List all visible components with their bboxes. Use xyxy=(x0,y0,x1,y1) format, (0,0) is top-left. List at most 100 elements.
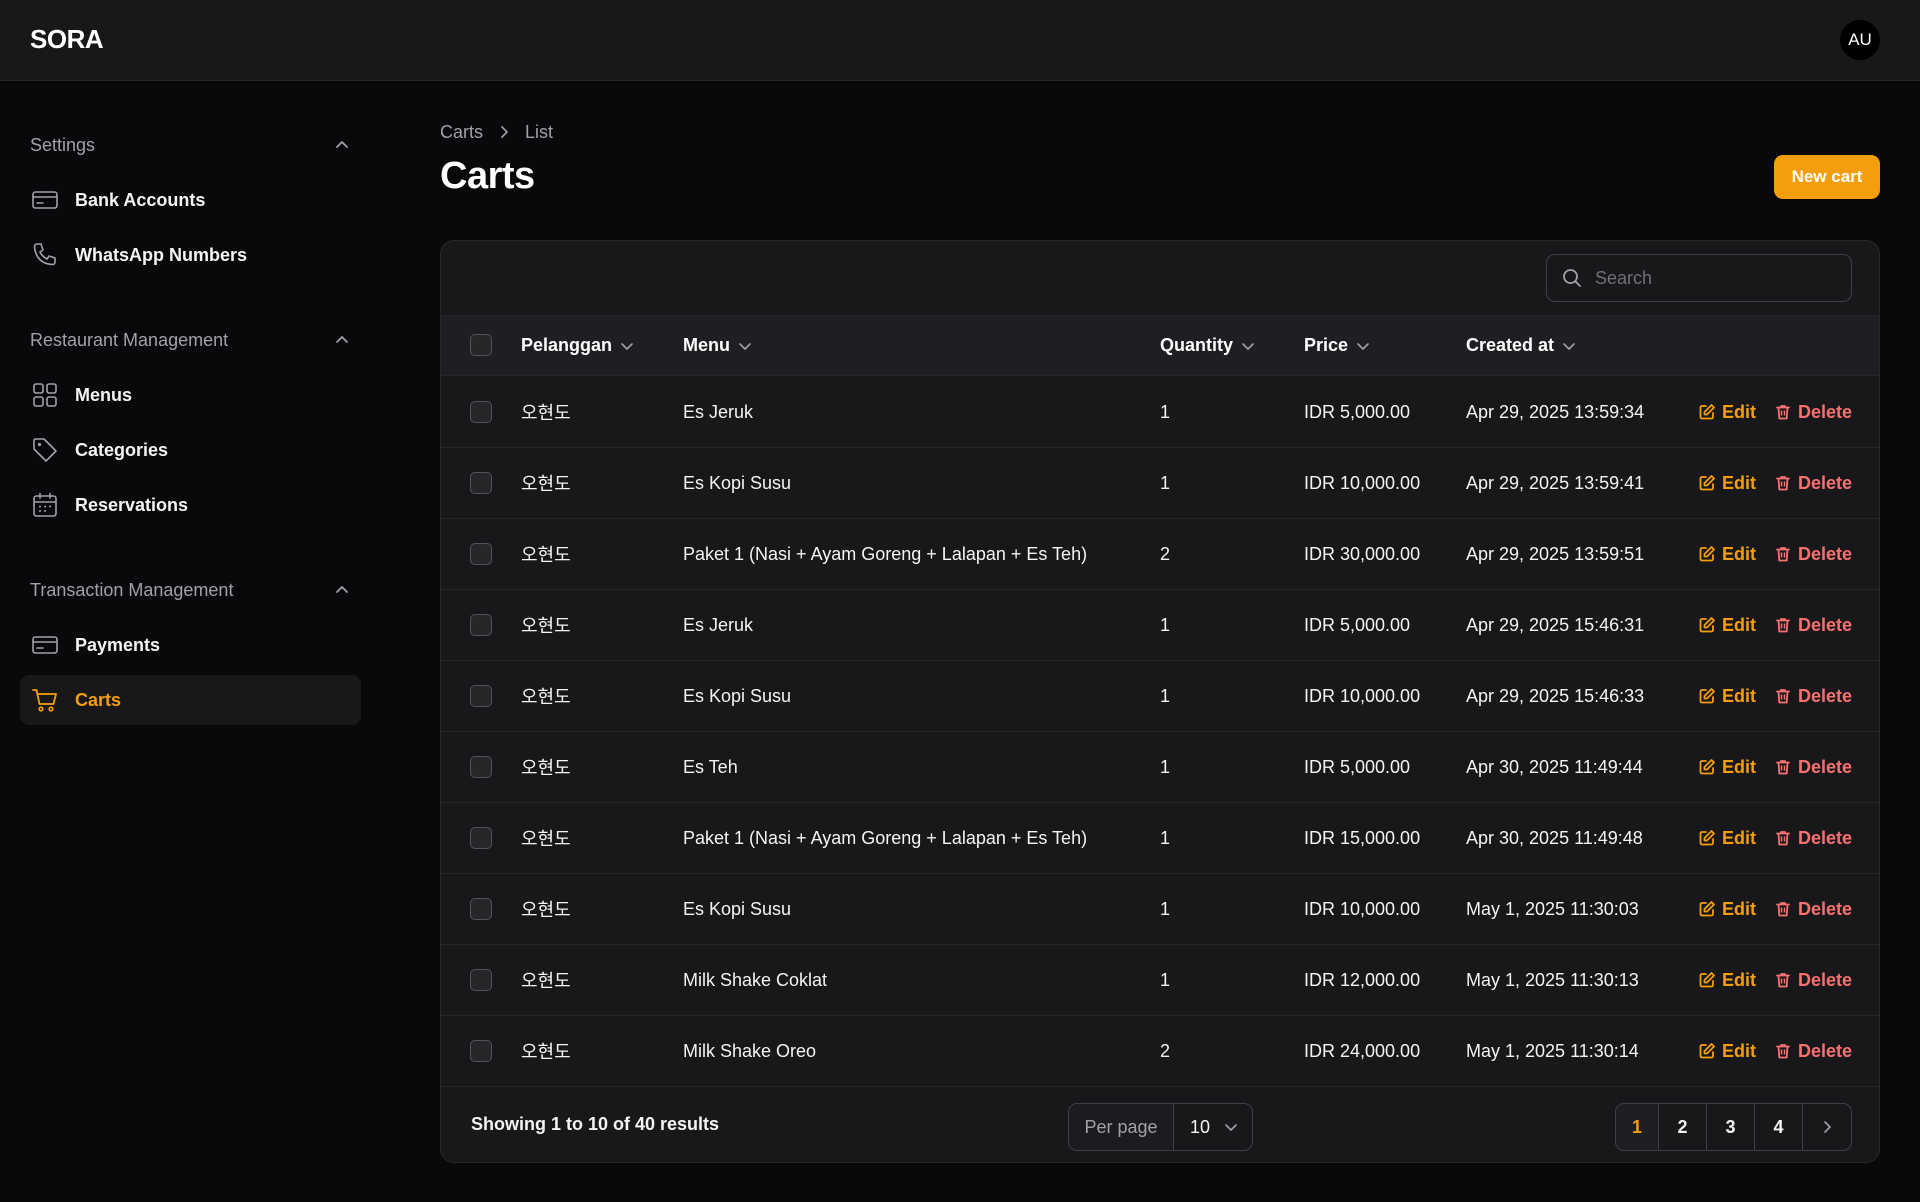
delete-button[interactable]: Delete xyxy=(1774,945,1852,1015)
edit-icon xyxy=(1698,971,1716,989)
table-row[interactable]: 오현도 Es Teh 1 IDR 5,000.00 Apr 30, 2025 11:49… xyxy=(441,732,1879,803)
column-header-created-at[interactable]: Created at xyxy=(1466,316,1576,375)
cell-price: IDR 10,000.00 xyxy=(1304,898,1421,919)
phone-icon xyxy=(31,241,59,269)
sidebar-item-whatsapp-numbers[interactable]: WhatsApp Numbers xyxy=(20,230,361,280)
cell-price: IDR 5,000.00 xyxy=(1304,756,1411,777)
row-checkbox[interactable] xyxy=(470,685,492,707)
delete-label: Delete xyxy=(1798,1040,1853,1061)
row-checkbox[interactable] xyxy=(470,1040,492,1062)
edit-button[interactable]: Edit xyxy=(1698,803,1756,873)
edit-label: Edit xyxy=(1722,969,1756,990)
cell-customer: 오현도 xyxy=(521,829,571,849)
delete-label: Delete xyxy=(1798,969,1853,990)
cell-menu: Milk Shake Oreo xyxy=(683,1040,817,1061)
search-box[interactable] xyxy=(1546,254,1852,302)
sidebar-item-reservations[interactable]: Reservations xyxy=(20,480,361,530)
column-header-price[interactable]: Price xyxy=(1304,316,1370,375)
per-page-select[interactable]: Per page 10 xyxy=(1068,1103,1253,1151)
per-page-label: Per page xyxy=(1069,1104,1174,1150)
sidebar-item-carts[interactable]: Carts xyxy=(20,675,361,725)
edit-button[interactable]: Edit xyxy=(1698,377,1756,447)
select-all-checkbox[interactable] xyxy=(470,334,492,356)
edit-button[interactable]: Edit xyxy=(1698,661,1756,731)
delete-button[interactable]: Delete xyxy=(1774,590,1852,660)
delete-button[interactable]: Delete xyxy=(1774,1016,1852,1086)
user-avatar[interactable]: AU xyxy=(1840,20,1880,60)
search-input[interactable] xyxy=(1595,267,1835,289)
edit-button[interactable]: Edit xyxy=(1698,732,1756,802)
sidebar-item-categories[interactable]: Categories xyxy=(20,425,361,475)
cell-created-at: May 1, 2025 11:30:13 xyxy=(1466,969,1639,990)
page-button-1[interactable]: 1 xyxy=(1616,1104,1659,1150)
row-checkbox[interactable] xyxy=(470,756,492,778)
sidebar: Settings Bank Accounts WhatsApp Numbers … xyxy=(0,81,375,1202)
delete-button[interactable]: Delete xyxy=(1774,377,1852,447)
cell-menu: Milk Shake Coklat xyxy=(683,969,828,990)
sidebar-item-menus[interactable]: Menus xyxy=(20,370,361,420)
breadcrumb-parent[interactable]: Carts xyxy=(440,122,483,143)
row-checkbox[interactable] xyxy=(470,543,492,565)
brand-logo[interactable]: SORA xyxy=(30,24,104,55)
edit-button[interactable]: Edit xyxy=(1698,874,1756,944)
cell-created-at: Apr 30, 2025 11:49:48 xyxy=(1466,827,1643,848)
new-cart-button[interactable]: New cart xyxy=(1774,155,1880,199)
cell-quantity: 1 xyxy=(1160,685,1171,706)
column-header-menu[interactable]: Menu xyxy=(683,316,752,375)
delete-button[interactable]: Delete xyxy=(1774,803,1852,873)
chevron-down-icon xyxy=(739,342,751,350)
page-button-3[interactable]: 3 xyxy=(1707,1104,1755,1150)
row-checkbox[interactable] xyxy=(470,472,492,494)
sidebar-group-settings[interactable]: Settings xyxy=(30,130,350,160)
chevron-down-icon xyxy=(1225,1124,1237,1131)
per-page-value-box[interactable]: 10 xyxy=(1174,1104,1252,1150)
sidebar-group-transaction-management[interactable]: Transaction Management xyxy=(30,575,350,605)
table-row[interactable]: 오현도 Milk Shake Coklat 1 IDR 12,000.00 May 1,… xyxy=(441,945,1879,1016)
edit-button[interactable]: Edit xyxy=(1698,945,1756,1015)
row-checkbox[interactable] xyxy=(470,898,492,920)
sidebar-item-label: Payments xyxy=(75,634,161,655)
delete-button[interactable]: Delete xyxy=(1774,519,1852,589)
table-row[interactable]: 오현도 Es Kopi Susu 1 IDR 10,000.00 May 1, 2025… xyxy=(441,874,1879,945)
cell-quantity: 1 xyxy=(1160,401,1171,422)
sidebar-group-label: Settings xyxy=(30,134,96,155)
trash-icon xyxy=(1774,900,1792,918)
edit-button[interactable]: Edit xyxy=(1698,1016,1756,1086)
delete-button[interactable]: Delete xyxy=(1774,732,1852,802)
calendar-icon xyxy=(31,491,59,519)
next-page-button[interactable] xyxy=(1803,1104,1851,1150)
row-checkbox[interactable] xyxy=(470,969,492,991)
delete-button[interactable]: Delete xyxy=(1774,448,1852,518)
delete-button[interactable]: Delete xyxy=(1774,661,1852,731)
row-checkbox[interactable] xyxy=(470,827,492,849)
row-checkbox[interactable] xyxy=(470,614,492,636)
column-header-pelanggan[interactable]: Pelanggan xyxy=(521,316,634,375)
breadcrumb-current: List xyxy=(525,121,554,142)
sidebar-item-label: Bank Accounts xyxy=(75,189,206,210)
table-row[interactable]: 오현도 Es Jeruk 1 IDR 5,000.00 Apr 29, 2025 15:… xyxy=(441,590,1879,661)
delete-button[interactable]: Delete xyxy=(1774,874,1852,944)
cell-menu: Es Kopi Susu xyxy=(683,898,792,919)
table-row[interactable]: 오현도 Es Kopi Susu 1 IDR 10,000.00 Apr 29, 202… xyxy=(441,661,1879,732)
edit-label: Edit xyxy=(1722,756,1756,777)
sidebar-group-restaurant-management[interactable]: Restaurant Management xyxy=(30,325,350,355)
page-button-2[interactable]: 2 xyxy=(1659,1104,1707,1150)
edit-button[interactable]: Edit xyxy=(1698,448,1756,518)
edit-icon xyxy=(1698,829,1716,847)
cell-quantity: 1 xyxy=(1160,472,1171,493)
column-header-quantity[interactable]: Quantity xyxy=(1160,316,1255,375)
cell-menu: Es Kopi Susu xyxy=(683,472,792,493)
table-row[interactable]: 오현도 Milk Shake Oreo 2 IDR 24,000.00 May 1, 2… xyxy=(441,1016,1879,1087)
table-row[interactable]: 오현도 Paket 1 (Nasi + Ayam Goreng + Lalapan… xyxy=(441,519,1879,590)
table-row[interactable]: 오현도 Paket 1 (Nasi + Ayam Goreng + Lalapan… xyxy=(441,803,1879,874)
edit-button[interactable]: Edit xyxy=(1698,590,1756,660)
edit-button[interactable]: Edit xyxy=(1698,519,1756,589)
cell-menu: Es Jeruk xyxy=(683,614,754,635)
table-row[interactable]: 오현도 Es Jeruk 1 IDR 5,000.00 Apr 29, 2025 13:… xyxy=(441,377,1879,448)
sidebar-group-label: Transaction Management xyxy=(30,579,234,600)
row-checkbox[interactable] xyxy=(470,401,492,423)
sidebar-item-bank-accounts[interactable]: Bank Accounts xyxy=(20,175,361,225)
page-button-4[interactable]: 4 xyxy=(1755,1104,1803,1150)
sidebar-item-payments[interactable]: Payments xyxy=(20,620,361,670)
table-row[interactable]: 오현도 Es Kopi Susu 1 IDR 10,000.00 Apr 29, 202… xyxy=(441,448,1879,519)
